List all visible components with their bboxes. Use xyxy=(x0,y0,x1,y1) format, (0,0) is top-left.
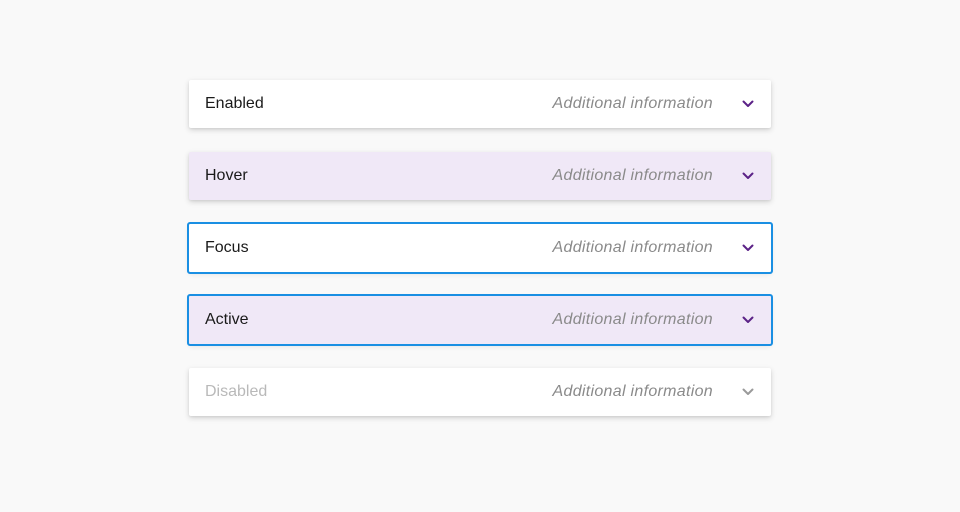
expansion-panel-enabled[interactable]: Enabled Additional information xyxy=(189,80,771,128)
chevron-down-icon[interactable] xyxy=(741,99,755,109)
expansion-panel-list: Enabled Additional information Hover Add… xyxy=(187,80,773,440)
panel-additional-info: Additional information xyxy=(552,311,713,328)
panel-additional-info: Additional information xyxy=(552,167,713,184)
expansion-panel-hover[interactable]: Hover Additional information xyxy=(189,152,771,200)
panel-additional-info: Additional information xyxy=(552,239,713,256)
expansion-panel-disabled: Disabled Additional information xyxy=(189,368,771,416)
panel-title: Hover xyxy=(205,167,248,184)
panel-title: Enabled xyxy=(205,95,264,112)
panel-title: Focus xyxy=(205,239,249,256)
chevron-down-icon xyxy=(741,387,755,397)
panel-additional-info: Additional information xyxy=(552,383,713,400)
expansion-panel-active[interactable]: Active Additional information xyxy=(187,294,773,346)
chevron-down-icon[interactable] xyxy=(741,315,755,325)
panel-additional-info: Additional information xyxy=(552,95,713,112)
chevron-down-icon[interactable] xyxy=(741,243,755,253)
panel-title: Disabled xyxy=(205,383,268,400)
panel-title: Active xyxy=(205,311,249,328)
expansion-panel-focus[interactable]: Focus Additional information xyxy=(187,222,773,274)
chevron-down-icon[interactable] xyxy=(741,171,755,181)
